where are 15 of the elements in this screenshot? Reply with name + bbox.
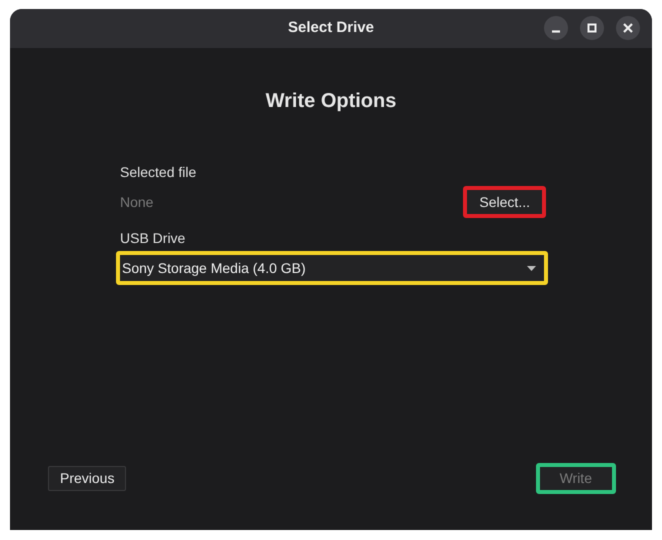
close-icon	[623, 23, 633, 33]
close-button[interactable]	[616, 16, 640, 40]
maximize-button[interactable]	[580, 16, 604, 40]
minimize-icon	[551, 30, 561, 32]
field-label: USB Drive	[120, 229, 186, 248]
selected-file-value: None	[120, 192, 154, 212]
dropdown-arrow-icon	[527, 266, 536, 270]
drive-dropdown[interactable]: Sony Storage Media (4.0 GB)	[116, 251, 548, 285]
field-label: Selected file	[120, 163, 198, 182]
select-button[interactable]: Select...	[463, 186, 546, 218]
window-title: Select Drive	[288, 18, 374, 38]
previous-button[interactable]: Previous	[48, 466, 126, 491]
minimize-button[interactable]	[544, 16, 568, 40]
page-heading: Write Options	[264, 89, 398, 114]
maximize-icon	[587, 23, 597, 33]
